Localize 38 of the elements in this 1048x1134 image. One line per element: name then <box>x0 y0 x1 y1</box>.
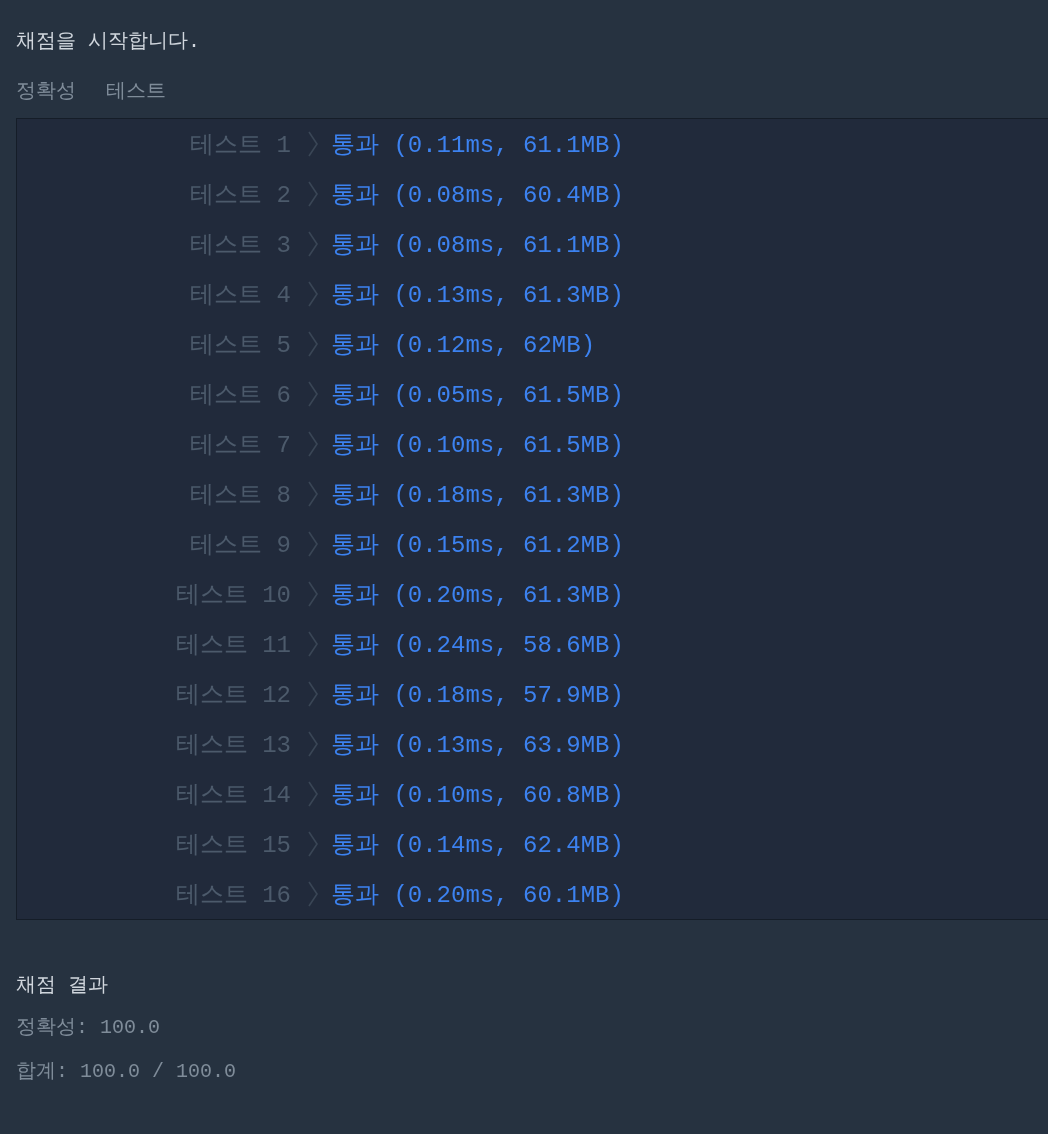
test-result: 통과 (0.18ms, 61.3MB) <box>331 481 624 510</box>
chevron-icon <box>307 180 319 208</box>
test-result: 통과 (0.18ms, 57.9MB) <box>331 681 624 710</box>
test-result: 통과 (0.13ms, 61.3MB) <box>331 281 624 310</box>
test-result: 통과 (0.08ms, 61.1MB) <box>331 231 624 260</box>
chevron-icon <box>307 880 319 908</box>
test-result: 통과 (0.11ms, 61.1MB) <box>331 131 624 160</box>
test-result: 통과 (0.14ms, 62.4MB) <box>331 831 624 860</box>
summary-title: 채점 결과 <box>16 973 109 999</box>
test-result: 통과 (0.10ms, 60.8MB) <box>331 781 624 810</box>
chevron-icon <box>307 330 319 358</box>
chevron-icon <box>307 430 319 458</box>
group-category: 정확성 <box>16 79 76 105</box>
chevron-icon <box>307 280 319 308</box>
test-result: 통과 (0.20ms, 61.3MB) <box>331 581 624 610</box>
test-result: 통과 (0.05ms, 61.5MB) <box>331 381 624 410</box>
chevron-icon <box>307 380 319 408</box>
test-result: 통과 (0.08ms, 60.4MB) <box>331 181 624 210</box>
chevron-icon <box>307 230 319 258</box>
summary-line: 합계: 100.0 / 100.0 <box>16 1059 238 1085</box>
chevron-icon <box>307 780 319 808</box>
group-label: 테스트 <box>106 79 166 105</box>
chevron-icon <box>307 580 319 608</box>
test-result: 통과 (0.20ms, 60.1MB) <box>331 881 624 910</box>
chevron-icon <box>307 530 319 558</box>
test-result: 통과 (0.12ms, 62MB) <box>331 331 596 360</box>
chevron-icon <box>307 480 319 508</box>
chevron-icon <box>307 830 319 858</box>
chevron-icon <box>307 630 319 658</box>
grading-start-message: 채점을 시작합니다. <box>16 29 201 55</box>
chevron-icon <box>307 130 319 158</box>
test-result: 통과 (0.15ms, 61.2MB) <box>331 531 624 560</box>
test-result: 통과 (0.24ms, 58.6MB) <box>331 631 624 660</box>
test-result: 통과 (0.13ms, 63.9MB) <box>331 731 624 760</box>
chevron-icon <box>307 730 319 758</box>
chevron-icon <box>307 680 319 708</box>
test-result: 통과 (0.10ms, 61.5MB) <box>331 431 624 460</box>
summary-line: 정확성: 100.0 <box>16 1015 161 1041</box>
